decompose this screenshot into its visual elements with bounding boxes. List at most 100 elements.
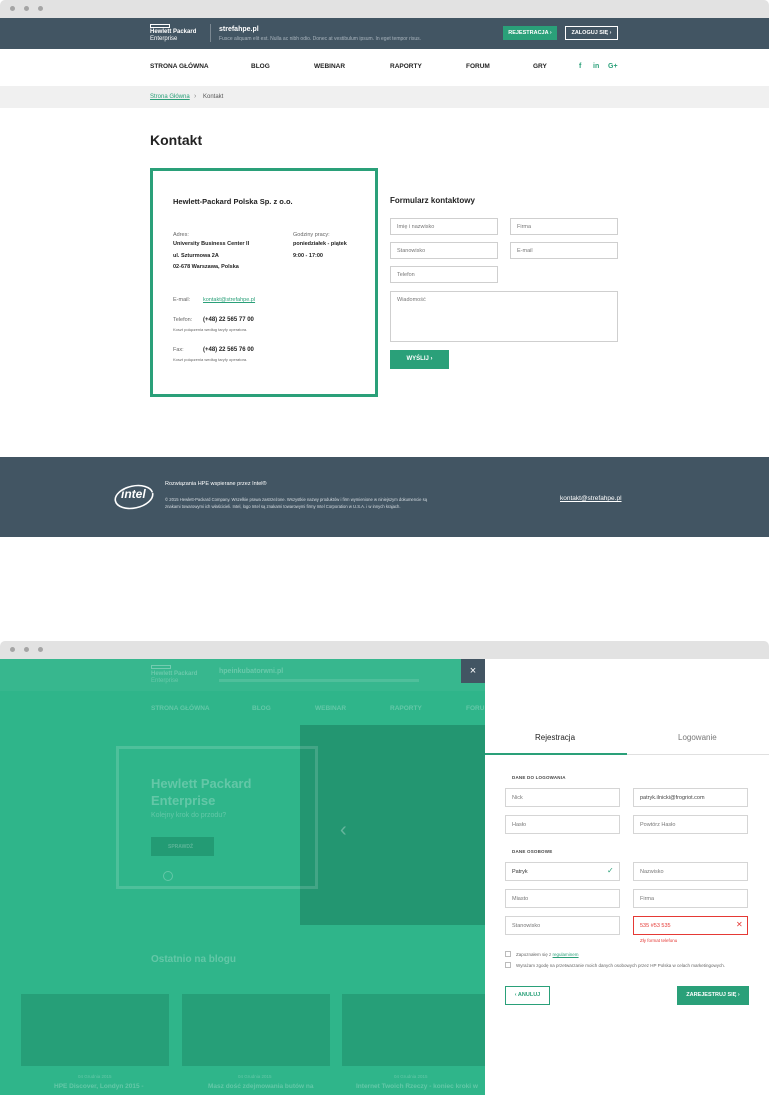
breadcrumb-current: Kontakt — [203, 94, 224, 100]
company-name: Hewlett-Packard Polska Sp. z o.o. — [173, 197, 293, 206]
bg-logo-rectangle-icon — [151, 665, 171, 669]
fax-note: Koszt połączenia według taryfy operatora… — [173, 357, 248, 362]
bg-hero-title-2: Enterprise — [151, 793, 216, 808]
personal-section-label: DANE OSOBOWE — [512, 849, 553, 854]
bg-slider-dot-icon — [163, 871, 173, 881]
register-button[interactable]: REJESTRACJA › — [503, 26, 557, 40]
footer-tagline: Rozwiązania HPE wspierane przez Intel® — [165, 481, 267, 487]
top-header-bar: Hewlett Packard Enterprise strefahpe.pl … — [0, 18, 769, 49]
bg-hero-subtitle: Kolejny krok do przodu? — [151, 812, 227, 819]
address-line: 02-678 Warszawa, Polska — [173, 264, 239, 270]
terms-link[interactable]: regulaminem — [553, 952, 579, 957]
fax-label: Fax: — [173, 347, 184, 353]
nick-input[interactable]: Nick — [505, 788, 620, 807]
first-name-input[interactable]: Patryk — [505, 862, 620, 881]
footer-copyright-line1: © 2015 Hewlett-Packard Company. Wszelkie… — [165, 497, 428, 502]
intel-logo-text: intel — [121, 487, 146, 501]
phone-label: Telefon: — [173, 317, 193, 323]
phone-input-error[interactable]: 535 #53 535 — [633, 916, 748, 935]
bg-nav-item: WEBINAR — [315, 705, 347, 712]
password-input[interactable]: Hasło — [505, 815, 620, 834]
position-input[interactable]: Stanowisko — [505, 916, 620, 935]
cancel-button[interactable]: ‹ ANULUJ — [505, 986, 550, 1005]
bg-desc-line — [219, 679, 419, 682]
tab-register[interactable]: Rejestracja — [535, 733, 575, 742]
linkedin-icon[interactable]: in — [593, 63, 599, 70]
chevron-right-icon: › — [609, 30, 612, 36]
hours-line: poniedziałek - piątek — [293, 241, 347, 247]
city-input[interactable]: Miasto — [505, 889, 620, 908]
bg-header-strip — [0, 659, 485, 691]
window-dot-icon — [24, 647, 29, 652]
company-input[interactable]: Firma — [633, 889, 748, 908]
email-link[interactable]: kontakt@strefahpe.pl — [203, 297, 255, 303]
nav-item-reports[interactable]: RAPORTY — [390, 63, 422, 70]
email-label: E-mail: — [173, 297, 191, 303]
name-input[interactable]: Imię i nazwisko — [390, 218, 498, 235]
bg-post-image — [182, 994, 330, 1066]
fax-number: (+48) 22 565 76 00 — [203, 347, 254, 353]
bg-post-image — [342, 994, 485, 1066]
last-name-input[interactable]: Nazwisko — [633, 862, 748, 881]
nav-item-home[interactable]: STRONA GŁÓWNA — [150, 63, 209, 70]
email-input[interactable]: patryk.ilnicki@frogriot.com — [633, 788, 748, 807]
phone-input[interactable]: Telefon — [390, 266, 498, 283]
nav-item-games[interactable]: GRY — [533, 63, 547, 70]
bg-hero-chevron-left-icon: ‹ — [340, 819, 347, 841]
window-titlebar — [0, 0, 769, 18]
bg-nav-item: BLOG — [252, 705, 271, 712]
chevron-right-icon: › — [737, 992, 740, 998]
google-plus-icon[interactable]: G+ — [608, 63, 618, 70]
bg-nav-item: RAPORTY — [390, 705, 422, 712]
bg-post-date: 04 Grudnia 2015 — [78, 1074, 112, 1079]
bg-nav-item: STRONA GŁÓWNA — [151, 705, 210, 712]
address-label: Adres: — [173, 232, 189, 238]
bg-post-title: Internet Twoich Rzeczy - koniec kroki w — [356, 1083, 478, 1090]
send-button[interactable]: WYŚLIJ › — [390, 350, 449, 369]
hpe-logo[interactable]: Hewlett Packard Enterprise — [150, 24, 210, 44]
footer-copyright-line2: znakami towarowymi ich właścicieli. Inte… — [165, 504, 401, 509]
facebook-icon[interactable]: f — [579, 63, 581, 70]
bg-post-date: 04 Grudnia 2015 — [238, 1074, 272, 1079]
tab-login[interactable]: Logowanie — [678, 733, 717, 742]
footer-email-link[interactable]: kontakt@strefahpe.pl — [560, 495, 622, 502]
chevron-right-icon: › — [430, 356, 433, 362]
company-input[interactable]: Firma — [510, 218, 618, 235]
window-dot-icon — [38, 647, 43, 652]
window-dot-icon — [38, 6, 43, 11]
terms-label: Zapoznałem się z regulaminem — [516, 952, 579, 957]
bg-post-title: HPE Discover, Londyn 2015 - — [54, 1083, 144, 1090]
password-repeat-input[interactable]: Powtórz Hasło — [633, 815, 748, 834]
nav-item-forum[interactable]: FORUM — [466, 63, 490, 70]
site-description: Fusce aliquam elit est. Nulla ac nibh od… — [219, 36, 422, 42]
position-input[interactable]: Stanowisko — [390, 242, 498, 259]
bg-logo-line1: Hewlett Packard — [151, 671, 198, 677]
nav-item-blog[interactable]: BLOG — [251, 63, 270, 70]
bg-hero-title-1: Hewlett Packard — [151, 776, 252, 791]
close-icon[interactable]: × — [461, 659, 485, 683]
terms-checkbox[interactable] — [505, 951, 511, 957]
hpe-logo-rectangle-icon — [150, 24, 170, 28]
email-input[interactable]: E-mail — [510, 242, 618, 259]
submit-register-button[interactable]: ZAREJESTRUJ SIĘ › — [677, 986, 749, 1005]
terms-text: Zapoznałem się z — [516, 952, 552, 957]
breadcrumb — [0, 86, 769, 108]
bg-post-date: 04 Grudnia 2015 — [394, 1074, 428, 1079]
consent-checkbox[interactable] — [505, 962, 511, 968]
address-line: ul. Szturmowa 2A — [173, 253, 219, 259]
window-titlebar — [0, 641, 769, 659]
message-textarea[interactable]: Wiadomość — [390, 291, 618, 342]
bg-post-image — [21, 994, 169, 1066]
login-label: ZALOGUJ SIĘ — [571, 30, 609, 36]
login-button[interactable]: ZALOGUJ SIĘ › — [565, 26, 618, 40]
bg-hero-image — [300, 725, 485, 925]
logo-line1: Hewlett Packard — [150, 29, 197, 35]
checkmark-icon: ✓ — [607, 866, 614, 875]
hours-label: Godziny pracy: — [293, 232, 330, 238]
address-line: University Business Center II — [173, 241, 250, 247]
breadcrumb-home-link[interactable]: Strona Główna — [150, 94, 190, 100]
header-divider — [210, 24, 211, 42]
modal-backdrop[interactable]: Hewlett Packard Enterprise hpeinkubatorw… — [0, 659, 485, 1095]
breadcrumb-separator-icon: › — [194, 93, 197, 100]
nav-item-webinar[interactable]: WEBINAR — [314, 63, 345, 70]
